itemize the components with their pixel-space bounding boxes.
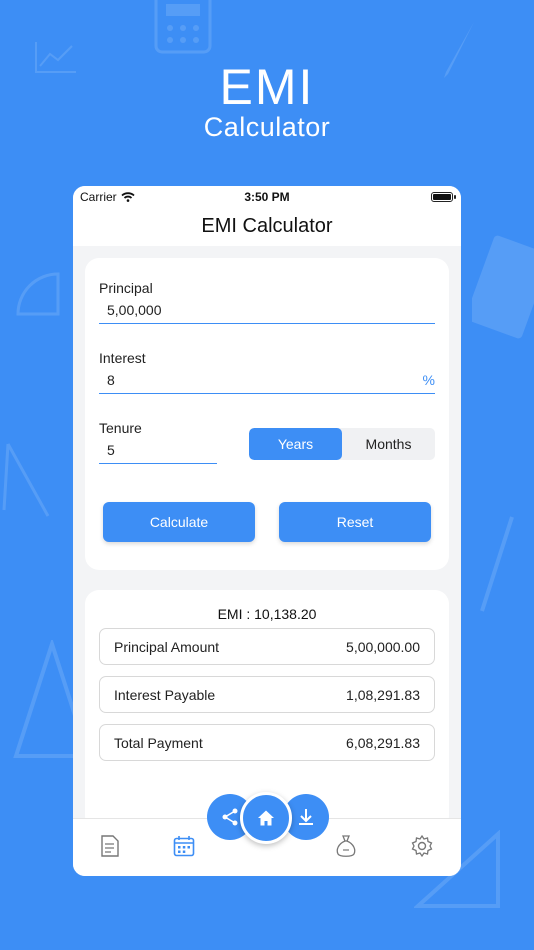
principal-underline [99,323,435,324]
result-value: 5,00,000.00 [346,638,420,655]
download-icon [299,809,313,825]
principal-input[interactable]: 5,00,000 [107,302,162,318]
result-label: Interest Payable [114,686,216,703]
calculator-doodle-icon [154,0,212,54]
result-row-total: Total Payment 6,08,291.83 [99,724,435,761]
input-card: Principal 5,00,000 Interest 8 % Tenure 5… [85,258,449,570]
result-label: Principal Amount [114,638,220,655]
result-row-interest: Interest Payable 1,08,291.83 [99,676,435,713]
result-label: Total Payment [114,734,203,751]
battery-icon [431,192,456,202]
promo-title: EMI [219,59,315,115]
calculate-button[interactable]: Calculate [103,502,255,542]
status-bar: Carrier 3:50 PM [73,186,461,208]
protractor-doodle-icon [16,272,60,316]
phone-screen: Carrier 3:50 PM EMI Calculator Principal… [73,186,461,876]
page-title: EMI Calculator [73,208,461,246]
status-time: 3:50 PM [244,190,290,204]
result-row-principal: Principal Amount 5,00,000.00 [99,628,435,665]
pen-doodle-icon [480,516,514,612]
promo-subtitle: Calculator [203,112,331,142]
months-toggle[interactable]: Months [342,428,435,460]
home-button[interactable] [240,792,292,844]
tenure-unit-toggle: Years Months [249,428,435,460]
result-value: 1,08,291.83 [346,686,420,703]
percent-unit: % [422,372,435,388]
years-toggle[interactable]: Years [249,428,342,460]
tenure-label: Tenure [99,420,142,436]
reset-button[interactable]: Reset [279,502,431,542]
emi-result: EMI : 10,138.20 [217,606,317,622]
money-bag-icon[interactable] [333,833,359,859]
principal-label: Principal [99,280,153,296]
result-value: 6,08,291.83 [346,734,420,751]
interest-input[interactable]: 8 [107,372,115,388]
calendar-icon[interactable] [171,833,197,859]
tenure-underline [99,463,217,464]
gst-document-icon[interactable] [97,833,123,859]
interest-underline [99,393,435,394]
home-icon [258,810,274,826]
settings-gear-icon[interactable] [409,833,435,859]
notebook-doodle-icon [472,235,534,339]
tenure-input[interactable]: 5 [107,442,115,458]
compass-doodle-icon [2,443,50,517]
interest-label: Interest [99,350,146,366]
share-icon [222,808,238,826]
